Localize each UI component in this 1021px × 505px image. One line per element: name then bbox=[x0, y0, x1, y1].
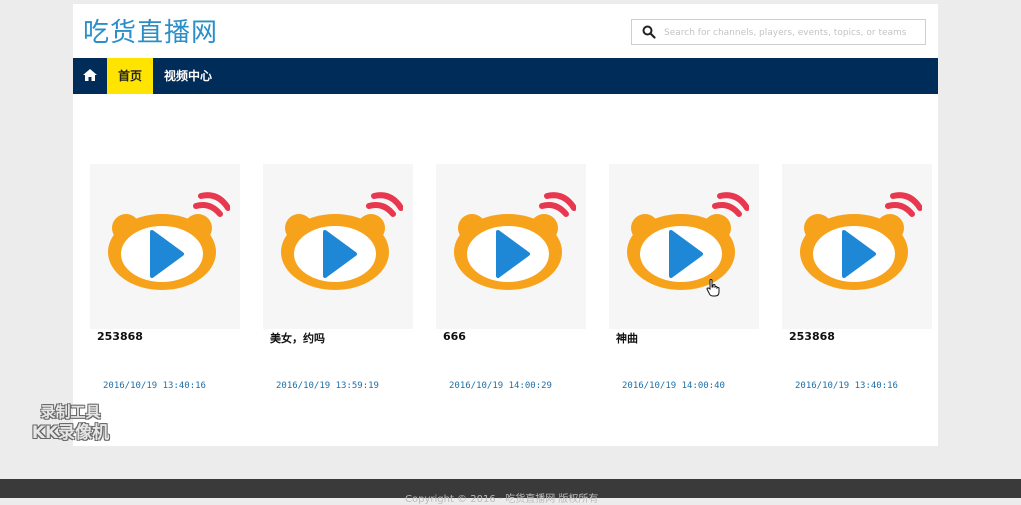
video-title[interactable]: 253868 bbox=[789, 330, 835, 343]
watermark-line: KK录像机 bbox=[31, 423, 110, 443]
video-time: 2016/10/19 14:00:29 bbox=[449, 381, 552, 391]
watermark-line: 录制工具 bbox=[40, 403, 101, 421]
video-thumbnail[interactable] bbox=[609, 164, 759, 329]
video-card[interactable]: 神曲 2016/10/19 14:00:40 bbox=[599, 94, 769, 404]
live-logo-icon bbox=[454, 192, 576, 290]
video-time: 2016/10/19 13:59:19 bbox=[276, 381, 379, 391]
video-thumbnail[interactable] bbox=[90, 164, 240, 329]
live-logo-icon bbox=[627, 192, 749, 290]
search-box[interactable] bbox=[631, 19, 926, 45]
video-time: 2016/10/19 13:40:16 bbox=[103, 381, 206, 391]
site-footer: Copyright © 2016 · 吃货直播网 版权所有 bbox=[0, 479, 1021, 505]
video-card-list: 253868 2016/10/19 13:40:16 美女，约吗 2016/10… bbox=[73, 94, 938, 446]
video-card[interactable]: 253868 2016/10/19 13:40:16 bbox=[772, 94, 942, 404]
live-logo-icon bbox=[108, 192, 230, 290]
nav-item-video-center[interactable]: 视频中心 bbox=[157, 58, 219, 94]
video-title[interactable]: 神曲 bbox=[616, 330, 638, 346]
video-time: 2016/10/19 13:40:16 bbox=[795, 381, 898, 391]
video-thumbnail[interactable] bbox=[436, 164, 586, 329]
video-time: 2016/10/19 14:00:40 bbox=[622, 381, 725, 391]
video-title[interactable]: 美女，约吗 bbox=[270, 330, 325, 346]
video-card[interactable]: 666 2016/10/19 14:00:29 bbox=[426, 94, 596, 404]
home-icon bbox=[83, 69, 97, 81]
main-navbar: 首页 视频中心 bbox=[73, 58, 938, 94]
search-input[interactable] bbox=[662, 22, 921, 44]
live-logo-icon bbox=[800, 192, 922, 290]
video-thumbnail[interactable] bbox=[263, 164, 413, 329]
recorder-watermark: 录制工具 KK录像机 bbox=[18, 402, 123, 444]
video-title[interactable]: 666 bbox=[443, 330, 466, 343]
site-title[interactable]: 吃货直播网 bbox=[83, 12, 218, 49]
video-title[interactable]: 253868 bbox=[97, 330, 143, 343]
search-icon[interactable] bbox=[642, 25, 656, 39]
video-thumbnail[interactable] bbox=[782, 164, 932, 329]
site-header: 吃货直播网 bbox=[73, 4, 938, 58]
nav-home[interactable] bbox=[73, 58, 107, 94]
nav-item-home[interactable]: 首页 bbox=[107, 58, 153, 94]
page-container: 吃货直播网 首页 视频中心 bbox=[73, 4, 938, 446]
hand-cursor-icon bbox=[706, 279, 720, 297]
video-card[interactable]: 美女，约吗 2016/10/19 13:59:19 bbox=[253, 94, 423, 404]
live-logo-icon bbox=[281, 192, 403, 290]
video-card[interactable]: 253868 2016/10/19 13:40:16 bbox=[80, 94, 250, 404]
